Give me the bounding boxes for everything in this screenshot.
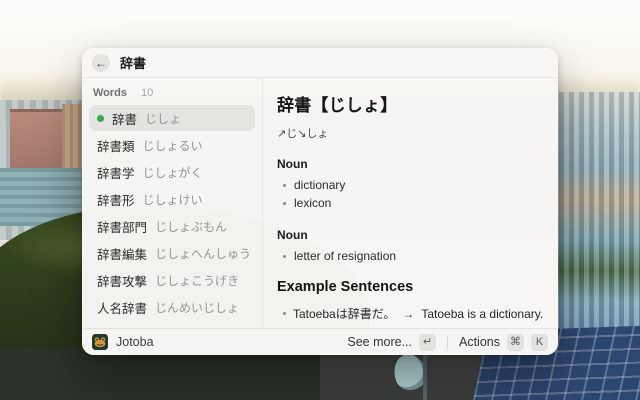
word-kanji: 辞書類 bbox=[97, 136, 135, 155]
selected-dot-icon bbox=[97, 115, 104, 122]
word-list-item[interactable]: 辞書類 じしょるい bbox=[89, 132, 255, 158]
word-list-item[interactable]: 辞書編集 じしょへんしゅう bbox=[89, 240, 255, 266]
word-kanji: 辞書形 bbox=[97, 190, 135, 209]
bullet-icon bbox=[283, 184, 286, 187]
sense-text: lexicon bbox=[294, 196, 331, 210]
launcher-window: ← 辞書 Words 10 辞書 じしょ 辞書類 じしょるい 辞書学 じしょがく bbox=[82, 48, 558, 355]
cmd-key-icon: ⌘ bbox=[507, 334, 524, 351]
word-kanji: 人名辞書 bbox=[97, 298, 147, 317]
word-reading: じしょけい bbox=[143, 191, 203, 208]
sense-heading: Noun bbox=[277, 228, 542, 242]
window-title: 辞書 bbox=[120, 53, 146, 72]
app-name: Jotoba bbox=[116, 335, 154, 349]
word-reading: じしょへんしゅう bbox=[155, 245, 251, 262]
footer-actions: See more... ↵ Actions ⌘ K bbox=[347, 334, 548, 351]
example-sentence: Tatoebaは辞書だ。 → Tatoeba is a dictionary. bbox=[277, 301, 542, 326]
sense-text: dictionary bbox=[294, 178, 345, 192]
app-chip: Jotoba bbox=[92, 334, 154, 350]
examples-heading: Example Sentences bbox=[277, 279, 542, 295]
word-reading: じしょるい bbox=[143, 137, 203, 154]
sense-item: letter of resignation bbox=[277, 247, 542, 265]
word-list-item[interactable]: 辞書学 じしょがく bbox=[89, 159, 255, 185]
k-key-icon: K bbox=[531, 334, 548, 351]
actions-button[interactable]: Actions bbox=[459, 335, 500, 349]
sense-text: letter of resignation bbox=[294, 249, 396, 263]
window-body: Words 10 辞書 じしょ 辞書類 じしょるい 辞書学 じしょがく 辞書形 … bbox=[82, 78, 558, 328]
back-button[interactable]: ← bbox=[92, 54, 110, 72]
word-kanji: 辞書学 bbox=[97, 163, 135, 182]
word-detail-pane: 辞書【じしょ】 ↗じ↘しょ Noun dictionary lexicon No… bbox=[263, 78, 558, 328]
window-header: ← 辞書 bbox=[82, 48, 558, 78]
see-more-button[interactable]: See more... bbox=[347, 335, 412, 349]
word-reading: じしょぶもん bbox=[155, 218, 227, 235]
word-detail-title: 辞書【じしょ】 bbox=[277, 91, 542, 116]
pitch-accent: ↗じ↘しょ bbox=[277, 125, 542, 141]
bullet-icon bbox=[283, 255, 286, 258]
word-list: Words 10 辞書 じしょ 辞書類 じしょるい 辞書学 じしょがく 辞書形 … bbox=[82, 78, 263, 328]
examples-list: Tatoebaは辞書だ。 → Tatoeba is a dictionary. … bbox=[277, 301, 542, 328]
word-list-item[interactable]: 辞書 じしょ bbox=[89, 105, 255, 131]
word-reading: じんめいじしょ bbox=[155, 299, 239, 316]
word-reading: じしょがく bbox=[143, 164, 203, 181]
word-reading: じしょこうげき bbox=[155, 272, 239, 289]
bullet-icon bbox=[283, 312, 286, 315]
word-list-item[interactable]: 人名辞書 じんめいじしょ bbox=[89, 294, 255, 320]
word-reading: じしょ bbox=[145, 110, 181, 127]
sense-heading: Noun bbox=[277, 157, 542, 171]
sense-item: dictionary bbox=[277, 176, 542, 194]
sense-list: letter of resignation bbox=[277, 247, 542, 265]
footer-divider bbox=[447, 336, 448, 349]
word-kanji: 辞書 bbox=[112, 109, 137, 128]
word-kanji: 辞書部門 bbox=[97, 217, 147, 236]
section-label: Words bbox=[93, 87, 127, 99]
enter-key-icon: ↵ bbox=[419, 334, 436, 351]
buildings-right bbox=[554, 92, 640, 347]
sense-item: lexicon bbox=[277, 194, 542, 212]
arrow-icon: → bbox=[402, 307, 414, 321]
word-list-section-header: Words 10 bbox=[89, 83, 255, 105]
roof-pole bbox=[423, 348, 427, 400]
word-list-item[interactable]: 辞書部門 じしょぶもん bbox=[89, 213, 255, 239]
word-list-item[interactable]: 辞書攻撃 じしょこうげき bbox=[89, 267, 255, 293]
word-kanji: 辞書攻撃 bbox=[97, 271, 147, 290]
sense-list: dictionary lexicon bbox=[277, 176, 542, 212]
example-japanese: Tatoebaは辞書だ。 bbox=[293, 305, 395, 322]
window-footer: Jotoba See more... ↵ Actions ⌘ K bbox=[82, 328, 558, 355]
word-list-item[interactable]: 電子辞書 でんしじしょ bbox=[89, 321, 255, 328]
bullet-icon bbox=[283, 202, 286, 205]
example-english: Tatoeba is a dictionary. bbox=[421, 307, 543, 321]
word-list-item[interactable]: 辞書形 じしょけい bbox=[89, 186, 255, 212]
jotoba-app-icon bbox=[92, 334, 108, 350]
section-count: 10 bbox=[141, 87, 153, 99]
word-kanji: 辞書編集 bbox=[97, 244, 147, 263]
